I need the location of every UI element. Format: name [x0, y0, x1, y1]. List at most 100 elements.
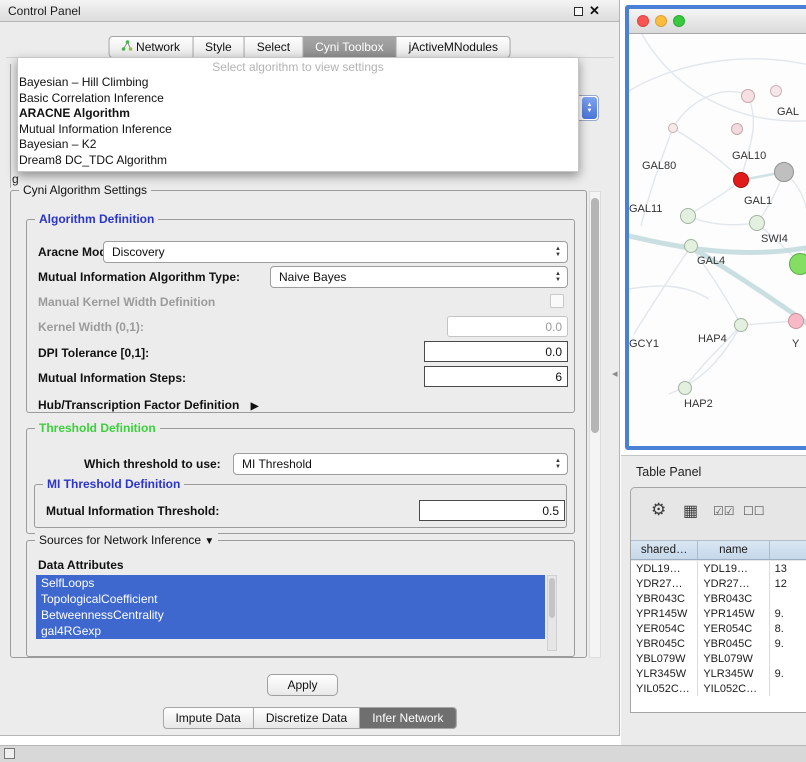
chevron-down-icon: ▼: [204, 536, 214, 547]
table-row[interactable]: YIL052C… YIL052C…: [631, 681, 806, 696]
dropdown-option-selected[interactable]: ARACNE Algorithm: [18, 106, 578, 122]
attribute-item-selected[interactable]: gal4RGexp: [36, 623, 545, 639]
network-node[interactable]: [678, 381, 692, 395]
tab-infer-network[interactable]: Infer Network: [360, 708, 455, 728]
cell: YLR345W: [698, 666, 769, 681]
gear-icon[interactable]: ⚙: [651, 500, 666, 520]
network-node-gray[interactable]: [774, 162, 794, 182]
network-node[interactable]: [731, 123, 743, 135]
tab-discretize-data[interactable]: Discretize Data: [254, 708, 360, 728]
dropdown-option[interactable]: Bayesian – Hill Climbing: [18, 75, 578, 91]
table-row[interactable]: YBL079W YBL079W: [631, 651, 806, 666]
dpi-tolerance-label: DPI Tolerance [0,1]:: [38, 346, 149, 360]
cell: [770, 681, 806, 696]
node-label: GAL80: [642, 160, 676, 172]
zoom-traffic-light-icon[interactable]: [673, 15, 685, 27]
mi-threshold-legend: MI Threshold Definition: [43, 477, 184, 491]
sources-legend-label: Sources for Network Inference: [39, 533, 201, 547]
column-header-name[interactable]: name: [698, 541, 769, 559]
tab-cyni-toolbox[interactable]: Cyni Toolbox: [303, 37, 396, 57]
table-row[interactable]: YPR145W YPR145W 9.: [631, 606, 806, 621]
aracne-mode-combobox[interactable]: Discovery ▲▼: [103, 241, 568, 263]
cell: YDR27…: [698, 576, 769, 591]
cell: 9.: [770, 636, 806, 651]
network-node[interactable]: [668, 123, 678, 133]
dropdown-option[interactable]: Basic Correlation Inference: [18, 91, 578, 107]
float-window-icon[interactable]: [574, 7, 583, 16]
deselect-all-icon[interactable]: ☐☐: [743, 504, 765, 518]
table-row[interactable]: YER054C YER054C 8.: [631, 621, 806, 636]
table-row[interactable]: YLR345W YLR345W 9.: [631, 666, 806, 681]
mi-type-label: Mutual Information Algorithm Type:: [38, 270, 240, 284]
control-panel-window: Control Panel ✕ Network Style Select Cyn…: [0, 0, 620, 736]
table-panel-window: ⚙ ▦ ☑☑ ☐☐ shared… name YDL19… YDL19… 13 …: [630, 487, 806, 713]
network-node[interactable]: [684, 239, 698, 253]
settings-scrollbar-thumb[interactable]: [591, 198, 599, 433]
data-attributes-label: Data Attributes: [38, 558, 124, 572]
cell: 12: [770, 576, 806, 591]
tab-select-label: Select: [257, 40, 290, 54]
dropdown-option[interactable]: Mutual Information Inference: [18, 122, 578, 138]
column-header-extra[interactable]: [770, 541, 806, 559]
network-node[interactable]: [741, 89, 755, 103]
kernel-width-input[interactable]: 0.0: [447, 316, 568, 337]
cell: YER054C: [631, 621, 698, 636]
column-chooser-icon[interactable]: ▦: [683, 501, 698, 521]
close-icon[interactable]: ✕: [589, 3, 600, 19]
column-header-shared-name[interactable]: shared…: [631, 541, 698, 559]
which-threshold-value: MI Threshold: [242, 457, 312, 471]
panel-collapse-arrow-icon[interactable]: ◂: [612, 367, 618, 380]
network-canvas[interactable]: GAL80 GAL10 GAL11 GAL1 SWI4 GAL4 GCY1 HA…: [629, 34, 806, 445]
attribute-item-selected[interactable]: TopologicalCoefficient: [36, 591, 545, 607]
tab-network[interactable]: Network: [109, 37, 193, 57]
which-threshold-label: Which threshold to use:: [84, 457, 221, 471]
mi-type-combobox[interactable]: Naive Bayes ▲▼: [270, 266, 568, 288]
network-view-window[interactable]: GAL80 GAL10 GAL11 GAL1 SWI4 GAL4 GCY1 HA…: [625, 5, 806, 450]
select-all-icon[interactable]: ☑☑: [713, 504, 735, 518]
attribute-item-selected[interactable]: BetweennessCentrality: [36, 607, 545, 623]
manual-kernel-label: Manual Kernel Width Definition: [38, 295, 215, 309]
table-row[interactable]: YBR043C YBR043C: [631, 591, 806, 606]
apply-button[interactable]: Apply: [267, 674, 338, 696]
network-node[interactable]: [734, 318, 748, 332]
dropdown-option[interactable]: Bayesian – K2: [18, 137, 578, 153]
sources-legend[interactable]: Sources for Network Inference ▼: [35, 533, 218, 547]
settings-scrollbar[interactable]: [589, 191, 601, 658]
tab-impute-data[interactable]: Impute Data: [163, 708, 253, 728]
minimize-traffic-light-icon[interactable]: [655, 15, 667, 27]
network-node-gal10-red[interactable]: [733, 172, 749, 188]
which-threshold-combobox[interactable]: MI Threshold ▲▼: [233, 453, 568, 475]
control-panel-titlebar[interactable]: Control Panel ✕: [0, 0, 619, 22]
cyni-bottom-tab-bar: Impute Data Discretize Data Infer Networ…: [162, 707, 456, 729]
table-toolbar: ⚙ ▦ ☑☑ ☐☐: [631, 488, 806, 540]
chevron-updown-icon: ▲▼: [555, 458, 561, 470]
attributes-scrollbar-thumb[interactable]: [549, 578, 555, 618]
panel-toggle-icon[interactable]: [4, 748, 15, 759]
dpi-tolerance-input[interactable]: 0.0: [424, 341, 568, 362]
network-node-pink[interactable]: [788, 313, 804, 329]
cell: [770, 651, 806, 666]
table-row[interactable]: YBR045C YBR045C 9.: [631, 636, 806, 651]
network-node[interactable]: [770, 85, 782, 97]
hub-section-label: Hub/Transcription Factor Definition: [38, 398, 239, 412]
hub-section-header[interactable]: Hub/Transcription Factor Definition ▶: [38, 398, 258, 412]
close-traffic-light-icon[interactable]: [637, 15, 649, 27]
table-body: YDL19… YDL19… 13 YDR27… YDR27… 12 YBR043…: [631, 561, 806, 712]
mi-steps-input[interactable]: 6: [424, 366, 568, 387]
table-row[interactable]: YDR27… YDR27… 12: [631, 576, 806, 591]
tab-style[interactable]: Style: [193, 37, 245, 57]
table-row[interactable]: YDL19… YDL19… 13: [631, 561, 806, 576]
mi-threshold-input[interactable]: 0.5: [419, 500, 565, 521]
tab-select[interactable]: Select: [245, 37, 303, 57]
network-window-titlebar[interactable]: [629, 9, 806, 34]
attributes-scrollbar[interactable]: [547, 575, 557, 651]
attribute-item-selected[interactable]: SelfLoops: [36, 575, 545, 591]
network-node-bright-green[interactable]: [789, 253, 806, 275]
tab-jactivemnodules[interactable]: jActiveMNodules: [397, 37, 510, 57]
dropdown-option[interactable]: Dream8 DC_TDC Algorithm: [18, 153, 578, 169]
network-tab-icon: [121, 40, 132, 54]
network-node[interactable]: [680, 208, 696, 224]
cell: YPR145W: [631, 606, 698, 621]
manual-kernel-checkbox[interactable]: [550, 294, 564, 308]
network-node[interactable]: [749, 215, 765, 231]
